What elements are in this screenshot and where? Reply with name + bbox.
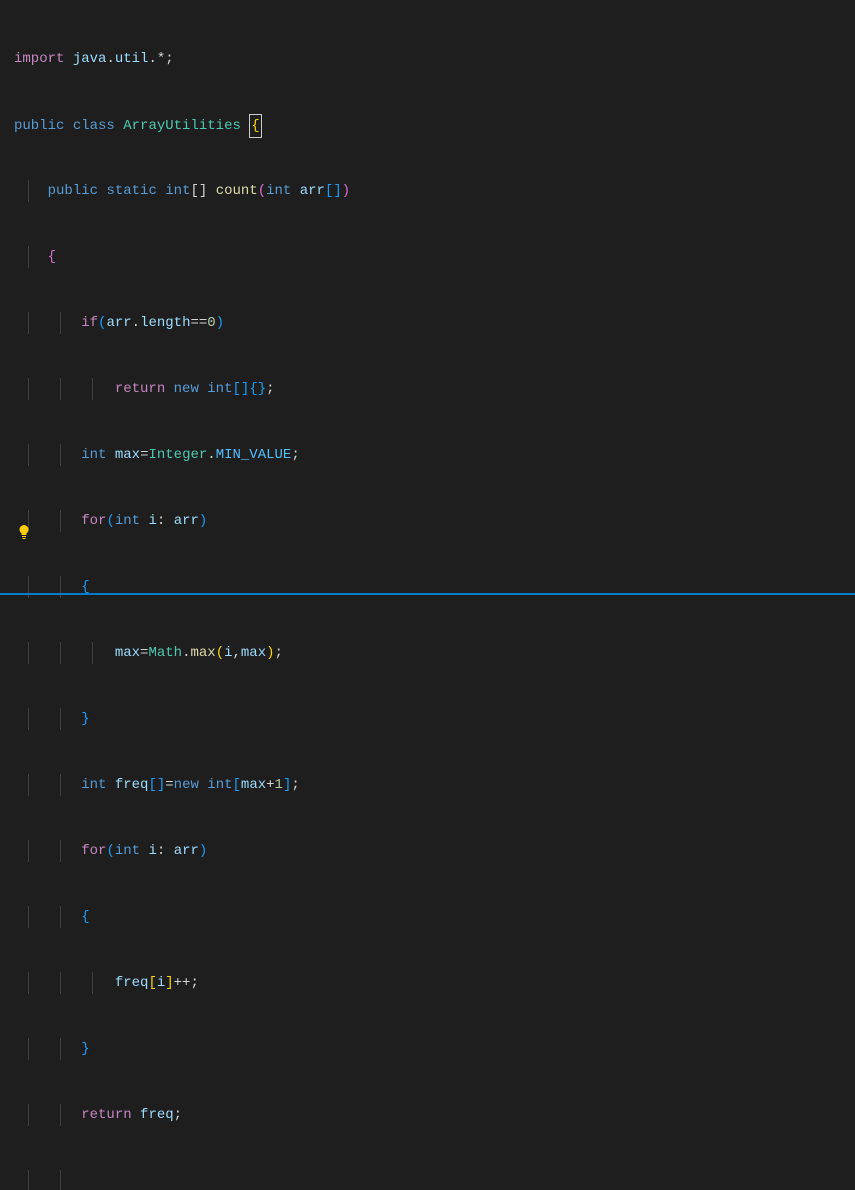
var-arr: arr [174,513,199,529]
code-line[interactable]: return new int[]{}; [14,378,855,400]
keyword-public: public [14,118,64,134]
var-max: max [241,777,266,793]
code-line[interactable]: public class ArrayUtilities { [14,114,855,136]
var-freq: freq [140,1107,174,1123]
type-int: int [81,777,106,793]
prop-length: length [140,315,190,331]
var-freq: freq [115,975,149,991]
type-int: int [115,843,140,859]
code-line[interactable]: int max=Integer.MIN_VALUE; [14,444,855,466]
cursor-brace: { [249,114,261,138]
code-line[interactable]: import java.util.*; [14,48,855,70]
keyword-new: new [174,777,199,793]
var-arr: arr [106,315,131,331]
keyword-return: return [81,1107,131,1123]
var-max: max [115,645,140,661]
pkg-util: util [115,51,149,67]
type-int: int [207,381,232,397]
const-minvalue: MIN_VALUE [216,447,292,463]
type-int: int [81,447,106,463]
keyword-static: static [106,183,156,199]
code-line[interactable]: { [14,906,855,928]
fn-count: count [216,183,258,199]
code-line[interactable]: max=Math.max(i,max); [14,642,855,664]
type-int: int [165,183,190,199]
keyword-return: return [115,381,165,397]
keyword-class: class [73,118,115,134]
class-name: ArrayUtilities [123,118,241,134]
fn-max: max [190,645,215,661]
var-max: max [115,447,140,463]
literal-one: 1 [275,777,283,793]
keyword-for: for [81,513,106,529]
type-int: int [115,513,140,529]
keyword-new: new [174,381,199,397]
code-line[interactable]: int freq[]=new int[max+1]; [14,774,855,796]
keyword-import: import [14,51,64,67]
lightbulb-svg [16,524,32,540]
var-i: i [148,843,156,859]
var-i: i [224,645,232,661]
code-line[interactable]: for(int i: arr) [14,840,855,862]
code-line[interactable]: public static int[] count(int arr[]) [14,180,855,202]
code-line[interactable]: return freq; [14,1104,855,1126]
var-max: max [241,645,266,661]
code-line[interactable]: if(arr.length==0) [14,312,855,334]
wildcard: * [157,51,165,67]
literal-zero: 0 [207,315,215,331]
param-arr: arr [300,183,325,199]
code-editor[interactable]: import java.util.*; public class ArrayUt… [0,0,855,1190]
code-line[interactable] [14,1170,855,1190]
var-freq: freq [115,777,149,793]
code-line[interactable]: for(int i: arr) [14,510,855,532]
var-i: i [157,975,165,991]
var-i: i [148,513,156,529]
keyword-for: for [81,843,106,859]
pkg-java: java [73,51,107,67]
code-line[interactable]: freq[i]++; [14,972,855,994]
type-math: Math [148,645,182,661]
lightbulb-icon[interactable] [16,524,32,547]
var-arr: arr [174,843,199,859]
code-line[interactable]: } [14,1038,855,1060]
keyword-public: public [48,183,98,199]
type-integer: Integer [148,447,207,463]
type-int: int [266,183,291,199]
keyword-if: if [81,315,98,331]
type-int: int [207,777,232,793]
code-line[interactable]: } [14,708,855,730]
code-line[interactable]: { [14,246,855,268]
